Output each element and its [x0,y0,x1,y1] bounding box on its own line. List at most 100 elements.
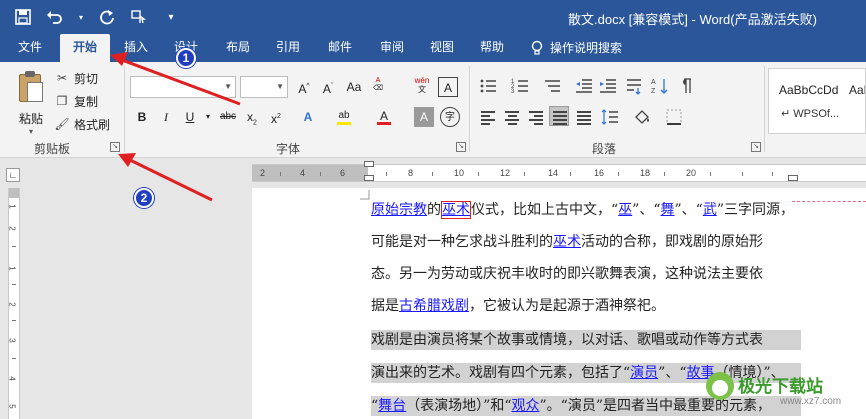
save-icon[interactable] [12,6,34,28]
hyperlink[interactable]: 武 [703,202,717,218]
document-line[interactable]: 可能是对一种乞求战斗胜利的巫术活动的合称，即戏剧的原始形 [371,232,801,252]
clipboard-dialog-launcher[interactable]: ↘ [110,142,120,152]
annotation-badge-1: 1 [176,48,196,68]
styles-gallery[interactable]: AaBbCcDd ↵ WPSOf... AaBl [768,68,866,134]
redo-icon[interactable] [96,6,118,28]
hyperlink[interactable]: 古希腊戏剧 [399,298,469,314]
clear-formatting-button[interactable]: A ⌫ [368,77,388,97]
ruler-number: 5 [7,404,17,409]
enclose-characters-button[interactable]: 字 [440,107,460,127]
hyperlink[interactable]: 舞 [661,202,675,218]
hyperlink[interactable]: 观众 [512,398,540,414]
tab-home[interactable]: 开始 [60,34,110,62]
shrink-font-button[interactable]: Aˇ [318,77,338,97]
tab-view[interactable]: 视图 [420,34,464,62]
document-text: 的 [427,202,441,218]
document-line[interactable]: 态。另一为劳动或庆祝丰收时的即兴歌舞表演，这种说法主要依 [371,264,801,284]
increase-indent-button[interactable] [598,76,618,96]
undo-icon[interactable] [44,6,66,28]
chevron-down-icon[interactable]: ▼ [224,82,232,91]
hyperlink[interactable]: 演员 [630,365,658,381]
svg-text:3: 3 [511,89,515,95]
tell-me-search[interactable]: 操作说明搜索 [530,34,640,62]
tab-insert[interactable]: 插入 [114,34,158,62]
document-line[interactable]: 原始宗教的巫术仪式，比如上古中文，“巫”、“舞”、“武”三字同源， [371,200,801,220]
line-spacing-button[interactable] [600,107,620,127]
font-name-combo[interactable]: ▼ [130,76,236,98]
hyperlink[interactable]: 巫术 [441,201,471,219]
tab-layout[interactable]: 布局 [216,34,260,62]
paste-button[interactable]: 粘贴 ▾ [12,70,50,136]
font-dialog-launcher[interactable]: ↘ [456,142,466,152]
cut-label: 剪切 [74,71,99,86]
comment-connector-line [792,201,866,202]
hyperlink[interactable]: 巫 [618,202,632,218]
align-right-button[interactable] [526,107,546,127]
paragraph-dialog-launcher[interactable]: ↘ [751,142,761,152]
ruler-strip: ∟ 2 4 6 8 10 12 14 16 18 20 [0,158,866,188]
chevron-down-icon[interactable]: ▼ [276,82,284,91]
right-indent-marker[interactable] [788,175,798,181]
align-center-button[interactable] [502,107,522,127]
tab-help[interactable]: 帮助 [470,34,514,62]
borders-button[interactable] [664,107,684,127]
font-color-button[interactable]: A [374,106,394,126]
ruler-tick [320,172,321,176]
tab-file[interactable]: 文件 [8,34,52,62]
italic-button[interactable]: I [156,107,176,127]
show-formatting-marks-button[interactable] [676,76,696,96]
vertical-ruler[interactable]: 1 2 1 2 3 4 5 [8,188,20,419]
change-case-button[interactable]: Aa [344,77,364,97]
font-size-combo[interactable]: ▼ [240,76,288,98]
phonetic-guide-button[interactable]: wén 文 [412,76,432,96]
tab-mailings[interactable]: 邮件 [318,34,362,62]
hyperlink[interactable]: 舞台 [378,398,406,414]
distributed-button[interactable] [574,107,594,127]
decrease-indent-button[interactable] [574,76,594,96]
character-shading-button[interactable]: A [414,107,434,127]
bullets-button[interactable] [478,76,498,96]
character-border-button[interactable]: A [438,77,458,97]
document-text: ”、“ [674,202,703,218]
horizontal-ruler[interactable]: 2 4 6 8 10 12 14 16 18 20 [252,161,866,182]
hanging-indent-marker[interactable] [364,175,374,181]
chevron-down-icon[interactable]: ▾ [12,127,50,136]
bold-button[interactable]: B [132,107,152,127]
first-line-indent-marker[interactable] [364,161,374,167]
tab-selector-icon[interactable]: ∟ [6,168,20,182]
copy-button[interactable]: ❐ 复制 [54,91,98,111]
ruler-number: 16 [594,168,605,178]
document-line[interactable]: 据是古希腊戏剧，它被认为是起源于酒神祭祀。 [371,296,801,316]
document-text: ，它被认为是起源于酒神祭祀。 [469,298,665,314]
numbering-button[interactable]: 123 [510,76,530,96]
highlight-color-button[interactable]: ab [334,106,354,126]
hyperlink[interactable]: 原始宗教 [371,202,427,218]
superscript-button[interactable]: x2 [266,107,286,127]
ruler-number: 2 [7,226,17,231]
subscript-button[interactable]: x2 [242,107,262,127]
underline-button[interactable]: U [180,107,200,127]
style-sample-normal: AaBbCcDd [779,83,839,97]
chinese-layout-button[interactable] [624,76,644,96]
chevron-down-icon[interactable]: ▾ [76,6,86,28]
customize-qat-icon[interactable]: ▾ [160,6,182,28]
tab-review[interactable]: 审阅 [370,34,414,62]
justify-button[interactable] [549,106,569,126]
cut-button[interactable]: ✂ 剪切 [54,68,98,88]
align-left-button[interactable] [478,107,498,127]
ruler-number: 12 [500,168,511,178]
shading-button[interactable] [632,107,652,127]
chevron-down-icon[interactable]: ▾ [198,107,218,127]
ruler-number: 8 [408,168,414,178]
format-painter-button[interactable]: 🖌 格式刷 [54,114,110,134]
sort-button[interactable]: AZ [650,76,670,96]
text-effects-button[interactable]: A [298,107,318,127]
touch-mode-icon[interactable] [128,6,150,28]
hyperlink[interactable]: 巫术 [553,234,581,250]
multilevel-list-button[interactable] [542,76,562,96]
document-line[interactable]: 戏剧是由演员将某个故事或情境，以对话、歌唱或动作等方式表 [371,330,801,350]
grow-font-button[interactable]: A^ [294,77,314,97]
strikethrough-button[interactable]: abc [218,107,238,127]
ruler-tick [280,172,281,176]
tab-references[interactable]: 引用 [266,34,310,62]
